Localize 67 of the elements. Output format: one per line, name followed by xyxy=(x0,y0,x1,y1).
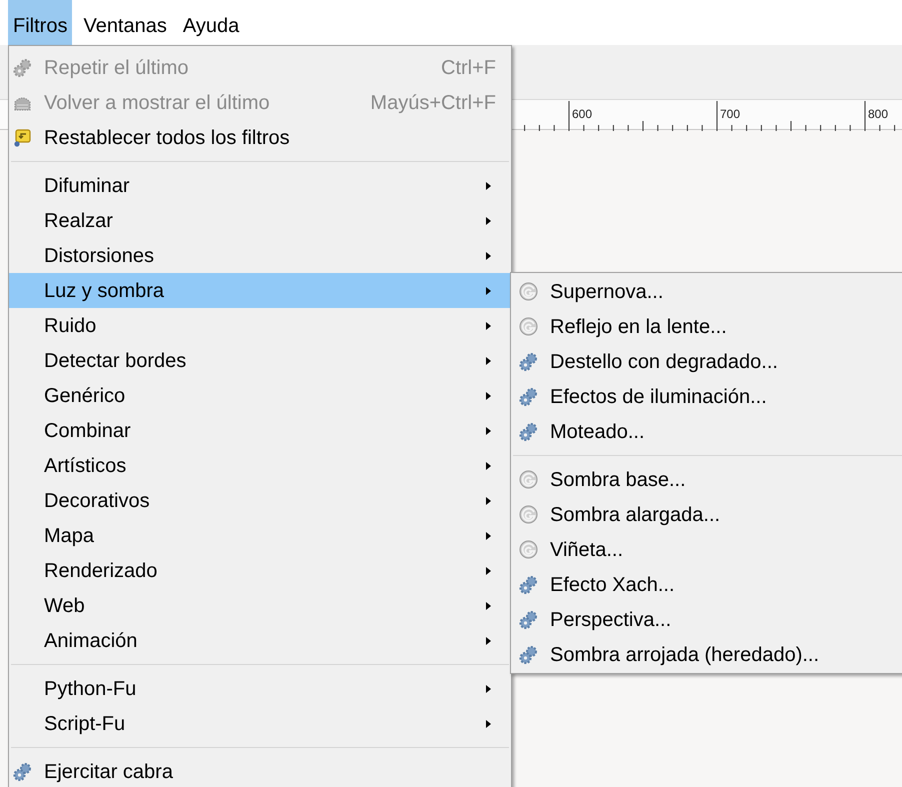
submenu-arrow-icon xyxy=(485,496,492,506)
submenu-arrow-icon xyxy=(485,460,492,470)
spiral-icon xyxy=(519,282,538,301)
gears-icon xyxy=(519,645,538,664)
menu-item[interactable]: Efectos de iluminación... xyxy=(511,379,902,414)
gears-icon xyxy=(13,762,32,781)
menu-item[interactable]: Renderizado xyxy=(9,553,511,588)
spiral-icon xyxy=(519,505,538,524)
submenu-arrow-icon xyxy=(485,390,492,400)
gears-icon xyxy=(519,575,538,594)
submenu-arrow-icon xyxy=(485,530,492,540)
menu-item[interactable]: Web xyxy=(9,588,511,623)
menubar-item[interactable]: Ventanas xyxy=(78,0,172,45)
menu-item[interactable]: Python-Fu xyxy=(9,671,511,706)
menu-item[interactable]: Difuminar xyxy=(9,168,511,203)
menu-item[interactable]: Restablecer todos los filtros xyxy=(9,120,511,155)
menu-item[interactable]: Reflejo en la lente... xyxy=(511,309,902,344)
menubar-item[interactable]: Filtros xyxy=(8,0,72,45)
submenu-arrow-icon xyxy=(485,216,492,226)
gears-icon xyxy=(519,387,538,406)
menu-item[interactable]: Ejercitar cabra xyxy=(9,754,511,787)
menu-item[interactable]: Realzar xyxy=(9,203,511,238)
menu-item[interactable]: Script-Fu xyxy=(9,706,511,741)
menu-item[interactable]: Artísticos xyxy=(9,448,511,483)
ruler-label: 700 xyxy=(720,106,740,121)
menu-item[interactable]: Mapa xyxy=(9,518,511,553)
submenu-arrow-icon xyxy=(485,180,492,190)
submenu-arrow-icon xyxy=(485,426,492,436)
submenu-arrow-icon xyxy=(485,600,492,610)
submenu-arrow-icon xyxy=(485,566,492,576)
ruler-label: 800 xyxy=(868,106,888,121)
menu-item[interactable]: Detectar bordes xyxy=(9,343,511,378)
menu-item[interactable]: Viñeta... xyxy=(511,532,902,567)
submenu-arrow-icon xyxy=(485,286,492,296)
submenu-arrow-icon xyxy=(485,250,492,260)
submenu-arrow-icon xyxy=(485,718,492,728)
menu-item[interactable]: Decorativos xyxy=(9,483,511,518)
menu-item[interactable]: Sombra arrojada (heredado)... xyxy=(511,637,902,672)
menu-item[interactable]: Animación xyxy=(9,623,511,658)
gears-icon xyxy=(13,58,32,77)
menu-item[interactable]: Genérico xyxy=(9,378,511,413)
menu-item[interactable]: Moteado... xyxy=(511,414,902,449)
menu-item[interactable]: Ruido xyxy=(9,308,511,343)
gears-icon xyxy=(519,352,538,371)
menu-item[interactable]: Sombra base... xyxy=(511,462,902,497)
menu-item[interactable]: Efecto Xach... xyxy=(511,567,902,602)
menu-item[interactable]: Destello con degradado... xyxy=(511,344,902,379)
submenu-arrow-icon xyxy=(485,684,492,694)
submenu-arrow-icon xyxy=(485,356,492,366)
spiral-icon xyxy=(519,470,538,489)
shortcut-label: Mayús+Ctrl+F xyxy=(370,90,496,116)
shortcut-label: Ctrl+F xyxy=(441,56,496,80)
ruler-label: 600 xyxy=(572,106,592,121)
spiral-icon xyxy=(519,540,538,559)
menubar-item[interactable]: Ayuda xyxy=(178,0,244,45)
menu-item[interactable]: Sombra alargada... xyxy=(511,497,902,532)
menu-item[interactable]: Luz y sombra xyxy=(9,273,511,308)
reset-icon xyxy=(13,128,32,147)
spiral-icon xyxy=(519,317,538,336)
menu-item[interactable]: Combinar xyxy=(9,413,511,448)
gears-icon xyxy=(519,422,538,441)
menu-item[interactable]: Distorsiones xyxy=(9,238,511,273)
menu-item[interactable]: Perspectiva... xyxy=(511,602,902,637)
menu-item[interactable]: Supernova... xyxy=(511,274,902,309)
gears-icon xyxy=(519,610,538,629)
submenu-arrow-icon xyxy=(485,320,492,330)
submenu-arrow-icon xyxy=(485,636,492,646)
